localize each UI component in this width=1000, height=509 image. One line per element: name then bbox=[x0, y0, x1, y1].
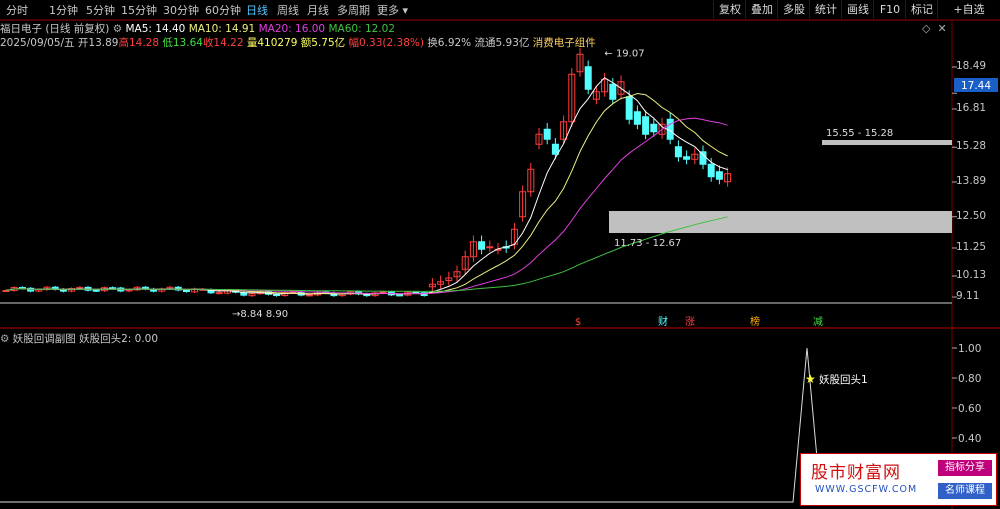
course-button[interactable]: 名师课程 bbox=[938, 483, 992, 499]
event-marker-3: 榜 bbox=[750, 315, 760, 328]
event-marker-2: 涨 bbox=[685, 316, 695, 328]
indicator-share-button[interactable]: 指标分享 bbox=[938, 460, 992, 476]
watermark-ad[interactable]: 股市财富网 WWW.GSCFW.COM 指标分享 名师课程 bbox=[800, 453, 997, 506]
price-tick-label: 10.13 bbox=[956, 269, 987, 281]
star-icon: ★ bbox=[805, 372, 816, 386]
high-annotation: ← 19.07 bbox=[604, 49, 644, 60]
candle-body bbox=[396, 294, 404, 297]
candle-body bbox=[182, 289, 190, 292]
current-price-label: 17.44 bbox=[961, 80, 991, 92]
price-tick-label: 16.81 bbox=[956, 102, 987, 114]
candle-body bbox=[2, 290, 10, 292]
event-marker-4: 减 bbox=[813, 316, 823, 328]
candle-body bbox=[683, 156, 691, 160]
zone-lower-label: 11.73 - 12.67 bbox=[614, 238, 681, 249]
watermark-title: 股市财富网 bbox=[811, 463, 901, 483]
candle-body bbox=[633, 111, 641, 125]
candle-body bbox=[92, 289, 100, 292]
event-marker-0: $ bbox=[575, 317, 581, 328]
subchart-title: 妖股回调副图 bbox=[12, 333, 76, 345]
candle-body bbox=[650, 123, 658, 133]
candle-body bbox=[625, 96, 633, 120]
candle-body bbox=[642, 116, 650, 135]
candle-body bbox=[543, 128, 551, 140]
event-marker-1: 财 bbox=[658, 315, 668, 328]
ma10-line bbox=[5, 92, 728, 295]
subchart-header: ⚙ 妖股回调副图 妖股回头2: 0.00 bbox=[0, 331, 158, 346]
sub-tick-label: 0.40 bbox=[958, 433, 981, 445]
sub-tick-label: 0.60 bbox=[958, 403, 981, 415]
candle-body bbox=[486, 246, 494, 249]
signal-label: 妖股回头1 bbox=[819, 373, 868, 386]
candle-body bbox=[715, 171, 723, 180]
candle-body bbox=[478, 241, 486, 250]
price-tick-label: 12.50 bbox=[956, 209, 987, 222]
price-tick-label: 13.89 bbox=[956, 175, 987, 187]
resistance-zone bbox=[822, 140, 952, 145]
kline-chart[interactable]: 17.44 ← 19.07 →8.84 8.90 15.55 - 15.28 11.73… bbox=[0, 0, 1000, 509]
price-tick-label: 15.28 bbox=[956, 140, 987, 153]
zone-upper-label: 15.55 - 15.28 bbox=[826, 128, 893, 139]
price-tick-label: 9.11 bbox=[956, 290, 980, 302]
price-tick-label: 11.25 bbox=[956, 241, 987, 253]
candle-body bbox=[707, 163, 715, 178]
watermark-url: WWW.GSCFW.COM bbox=[815, 484, 918, 495]
ma5-line bbox=[5, 77, 728, 295]
subchart-value: 妖股回头2: 0.00 bbox=[79, 333, 159, 345]
candle-body bbox=[609, 83, 617, 100]
price-tick-label: 18.49 bbox=[956, 60, 987, 72]
sub-tick-label: 0.80 bbox=[958, 373, 981, 385]
candle-body bbox=[699, 151, 707, 165]
candle-body bbox=[584, 66, 592, 90]
candle-body bbox=[674, 146, 682, 158]
candle-body bbox=[215, 292, 223, 295]
low-annotation: →8.84 8.90 bbox=[232, 309, 288, 320]
candle-body bbox=[551, 143, 559, 155]
support-zone bbox=[609, 211, 952, 233]
candle-body bbox=[305, 294, 313, 297]
ma20-line bbox=[5, 117, 728, 295]
subchart-settings-icon[interactable]: ⚙ bbox=[0, 333, 9, 345]
sub-tick-label: 1.00 bbox=[958, 343, 981, 355]
